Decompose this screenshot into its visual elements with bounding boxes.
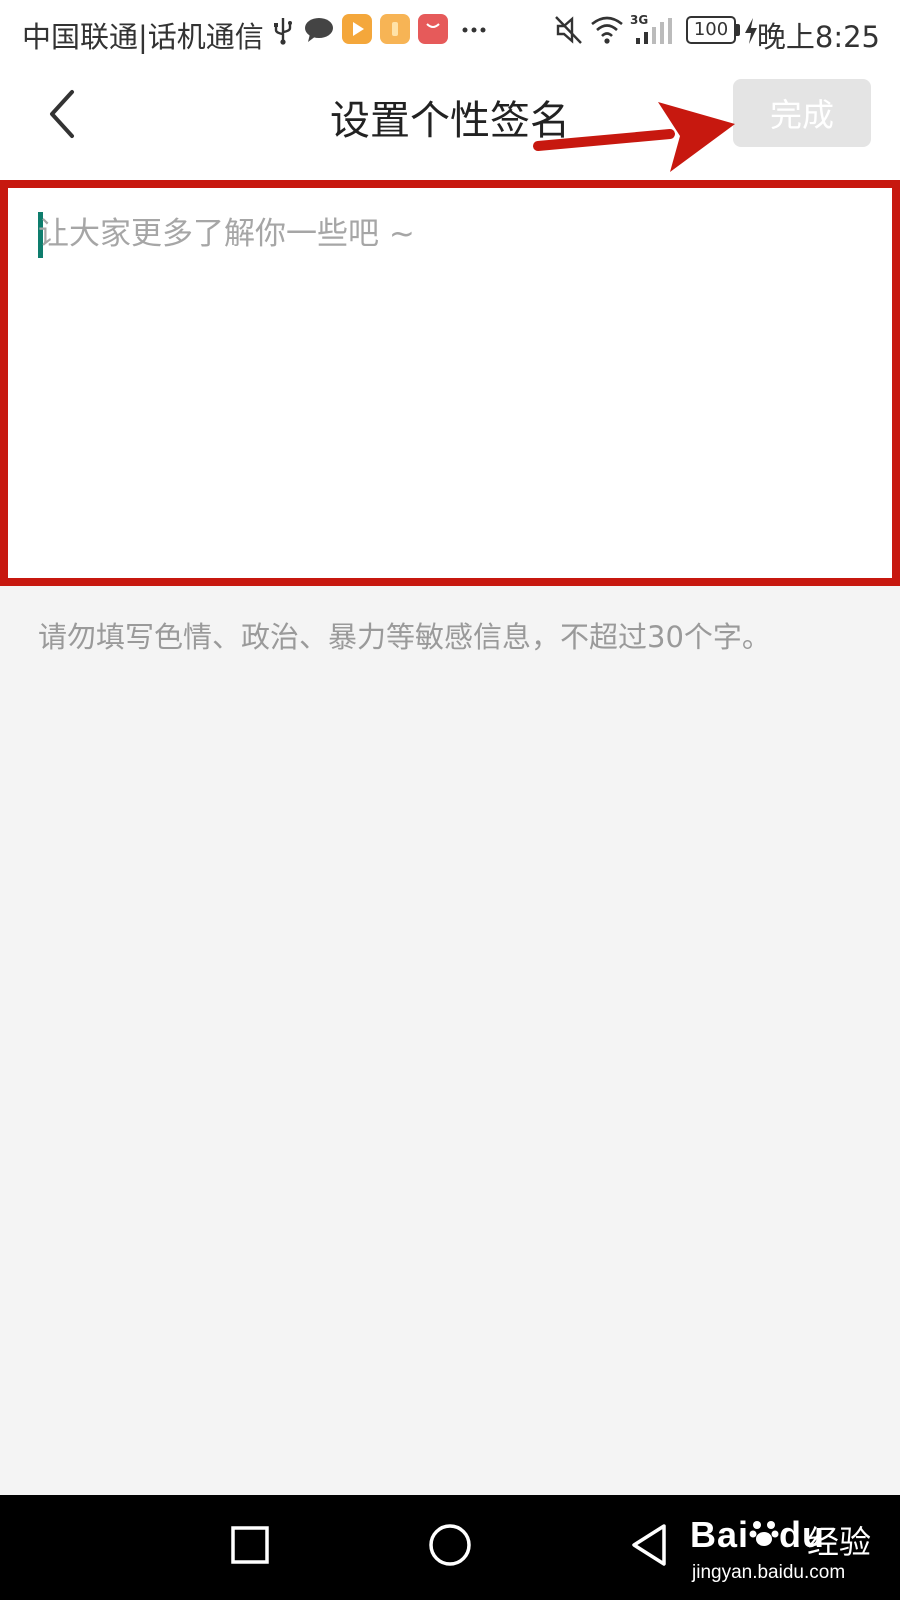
- done-button[interactable]: 完成: [733, 79, 871, 147]
- paw-icon: [749, 1514, 779, 1556]
- usb-icon: [274, 18, 292, 45]
- carrier-label: 中国联通|话机通信: [22, 20, 264, 54]
- huawei-app-icon: [418, 14, 448, 44]
- watermark-brand: Bai du: [690, 1514, 826, 1556]
- baidu-watermark: Bai du 经验 jingyan.baidu.com: [690, 1500, 890, 1595]
- signal-icon: [636, 18, 672, 44]
- status-bar: 中国联通|话机通信 3G 100 晚上8:25: [0, 0, 900, 62]
- chat-bubble-icon: [305, 18, 333, 42]
- orange-app-icon: [380, 14, 410, 44]
- battery-icon: 100: [686, 16, 736, 44]
- watermark-cn: 经验: [807, 1523, 872, 1561]
- home-circle-icon[interactable]: [428, 1523, 472, 1567]
- clock: 晚上8:25: [756, 20, 880, 54]
- wifi-icon: [591, 16, 623, 44]
- hint-text: 请勿填写色情、政治、暴力等敏感信息，不超过30个字。: [38, 620, 771, 654]
- battery-cap: [736, 24, 740, 36]
- signature-input[interactable]: [38, 208, 858, 548]
- mute-icon: [555, 16, 582, 44]
- video-app-icon: [342, 14, 372, 44]
- watermark-url: jingyan.baidu.com: [692, 1562, 846, 1583]
- back-triangle-icon[interactable]: [628, 1523, 672, 1567]
- annotation-arrow: [533, 102, 735, 172]
- recents-square-icon[interactable]: [230, 1525, 270, 1565]
- more-dots-icon: [462, 27, 486, 33]
- signature-input-box: [0, 180, 900, 586]
- app-header: 设置个性签名 完成: [0, 62, 900, 180]
- battery-level: 100: [693, 19, 729, 40]
